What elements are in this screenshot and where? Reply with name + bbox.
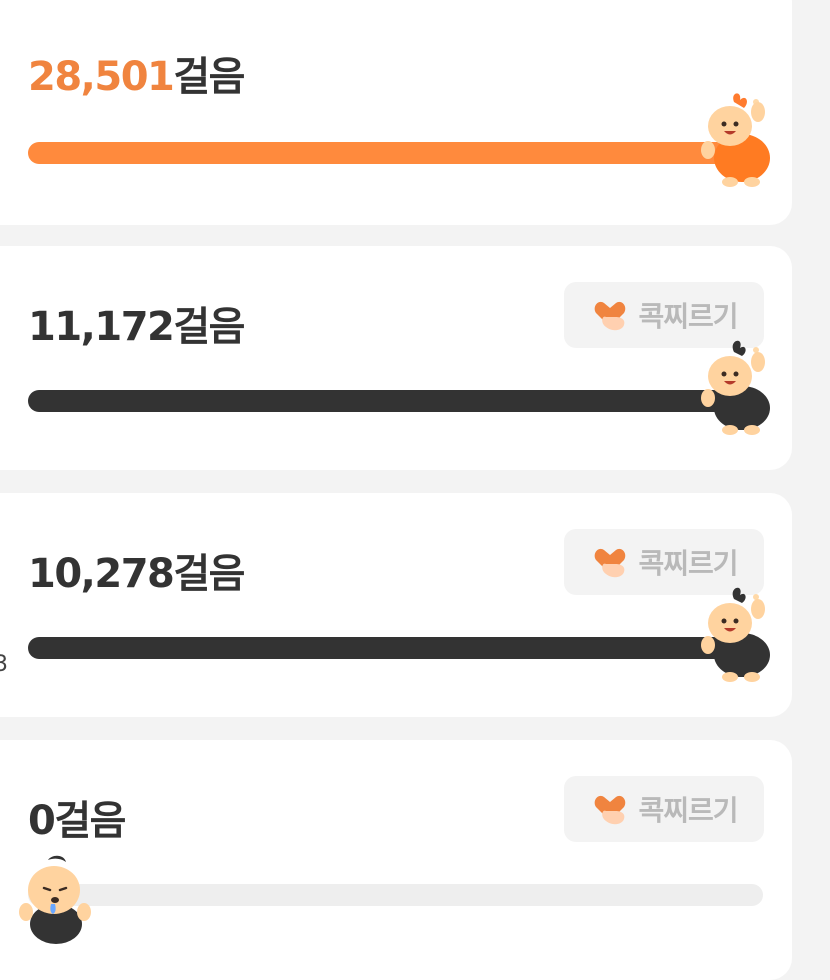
poke-button[interactable]: 콕찌르기 — [564, 776, 764, 842]
step-count: 0걸음 — [28, 788, 126, 846]
step-card-1: 28,501걸음 — [0, 0, 792, 225]
step-count-number: 10,278 — [28, 551, 175, 597]
sad-walker-character-icon — [19, 855, 91, 944]
step-count-unit: 걸음 — [173, 304, 245, 350]
poke-label: 콕찌르기 — [638, 300, 738, 333]
step-count-unit: 걸음 — [54, 798, 126, 844]
poke-label: 콕찌르기 — [638, 547, 738, 580]
edge-fragment: 3 — [0, 652, 8, 677]
step-count-number: 28,501 — [28, 54, 175, 100]
step-count: 11,172걸음 — [28, 294, 245, 352]
poke-label: 콕찌르기 — [638, 794, 738, 827]
walker-character-icon — [701, 340, 770, 435]
step-count-unit: 걸음 — [173, 54, 245, 100]
walker-character-icon — [701, 93, 770, 187]
progress-bar — [28, 884, 763, 906]
progress-bar — [28, 390, 728, 412]
page-edge — [808, 0, 830, 946]
progress-bar — [28, 142, 728, 164]
step-count: 10,278걸음 — [28, 541, 245, 599]
step-card-3: 10,278걸음 콕찌르기 — [0, 493, 792, 717]
poke-hand-icon — [595, 301, 626, 331]
step-card-2: 11,172걸음 콕찌르기 — [0, 246, 792, 470]
poke-button[interactable]: 콕찌르기 — [564, 529, 764, 595]
step-count-unit: 걸음 — [173, 551, 245, 597]
poke-hand-icon — [595, 548, 626, 578]
poke-button[interactable]: 콕찌르기 — [564, 282, 764, 348]
progress-bar — [28, 637, 728, 659]
step-count: 28,501걸음 — [28, 44, 245, 102]
step-card-4: 0걸음 콕찌르기 — [0, 740, 792, 980]
step-count-number: 0 — [28, 798, 56, 844]
step-count-number: 11,172 — [28, 304, 175, 350]
poke-hand-icon — [595, 795, 626, 825]
walker-character-icon — [701, 587, 770, 682]
